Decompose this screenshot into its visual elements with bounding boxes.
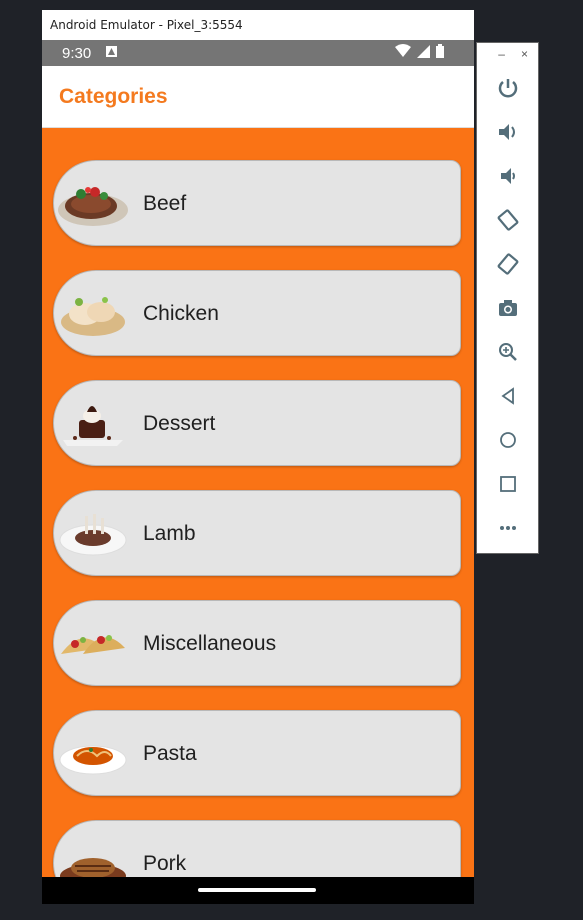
zoom-icon [499,343,517,361]
beef-steak-icon [58,187,128,226]
pork-icon [60,858,126,877]
volume-down-button[interactable] [495,163,521,189]
more-button[interactable] [495,515,521,541]
home-icon [500,432,516,448]
category-label: Pasta [143,742,197,765]
category-list[interactable]: Beef Chicken Dessert Lamb Miscellaneous … [42,128,474,877]
category-card-pasta[interactable]: Pasta [53,710,461,796]
power-icon [498,79,518,98]
power-button[interactable] [495,75,521,101]
wifi-icon [395,44,411,62]
rotate-left-icon [497,209,519,231]
page-title: Categories [59,85,168,108]
minimize-button[interactable]: – [498,47,505,61]
category-card-beef[interactable]: Beef [53,160,461,246]
pasta-icon [59,745,127,775]
home-button[interactable] [495,427,521,453]
emulator-toolbar: – × [476,42,539,554]
battery-icon [436,44,444,62]
camera-icon [499,300,517,316]
category-card-dessert[interactable]: Dessert [53,380,461,466]
category-label: Pork [143,852,187,875]
close-button[interactable]: × [521,47,528,61]
status-bar: 9:30 [42,40,474,66]
emulator-window: Android Emulator - Pixel_3:5554 9:30 Cat… [42,10,474,904]
volume-up-button[interactable] [495,119,521,145]
category-label: Dessert [143,412,216,435]
chicken-icon [61,297,125,336]
taco-icon [61,635,125,654]
volume-down-icon [501,168,515,184]
zoom-button[interactable] [495,339,521,365]
category-label: Miscellaneous [143,632,277,655]
overview-icon [500,476,516,492]
volume-up-icon [499,124,515,140]
category-card-chicken[interactable]: Chicken [53,270,461,356]
gesture-nav-bar [42,877,474,904]
screenshot-button[interactable] [495,295,521,321]
category-label: Chicken [143,302,219,325]
category-card-pork[interactable]: Pork [53,820,461,877]
app-bar: Categories [42,66,474,128]
back-button[interactable] [495,383,521,409]
category-card-miscellaneous[interactable]: Miscellaneous [53,600,461,686]
back-icon [501,387,514,405]
home-gesture-handle[interactable] [198,888,316,892]
rotate-right-icon [497,253,519,275]
category-label: Beef [143,192,187,215]
more-icon [500,526,516,530]
overview-button[interactable] [495,471,521,497]
category-card-lamb[interactable]: Lamb [53,490,461,576]
signal-icon [417,44,430,62]
emulator-title: Android Emulator - Pixel_3:5554 [42,10,474,40]
rotate-right-button[interactable] [495,251,521,277]
category-label: Lamb [143,522,196,545]
notification-icon [105,45,118,62]
status-time: 9:30 [62,44,92,62]
dessert-icon [63,406,123,446]
lamb-icon [59,514,127,556]
toolbar-window-controls: – × [498,47,528,61]
rotate-left-button[interactable] [495,207,521,233]
